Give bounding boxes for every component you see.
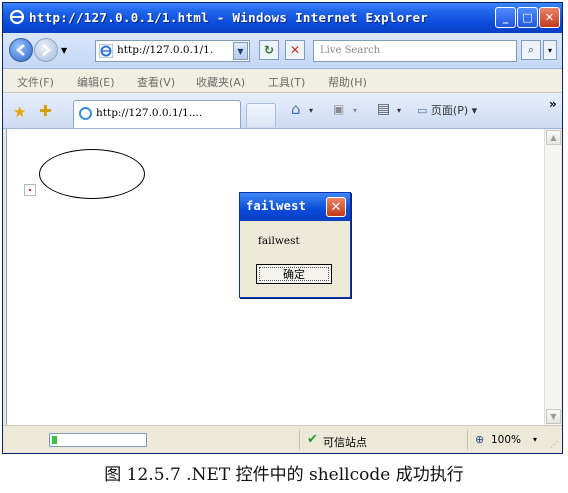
close-button[interactable]: ✕	[539, 7, 560, 28]
print-dropdown-icon[interactable]: ▾	[397, 106, 401, 115]
home-icon[interactable]: ⌂	[291, 100, 301, 118]
menu-tools[interactable]: 工具(T)	[268, 74, 305, 90]
tab-label: http://127.0.0.1/1....	[96, 107, 203, 119]
scroll-up-icon[interactable]: ▲	[546, 130, 561, 145]
loading-icon	[79, 107, 92, 120]
forward-button[interactable]	[34, 38, 58, 62]
ellipse-shape	[39, 149, 145, 199]
address-dropdown-icon[interactable]: ▼	[233, 42, 248, 60]
scroll-down-icon[interactable]: ▼	[546, 409, 561, 424]
dialog-message: failwest	[258, 235, 300, 247]
ok-button-label: 确定	[283, 268, 305, 281]
add-favorite-icon[interactable]: ✚	[39, 102, 52, 120]
status-bar: ✔ 可信站点 ⊕ 100% ▾ ⋰	[3, 425, 562, 453]
broken-image-icon	[24, 184, 36, 196]
tab-command-bar: ★ ✚ http://127.0.0.1/1.... ⌂ ▾ ▣ ▾ ▤ ▾ ▭…	[3, 93, 562, 129]
page-menu-label: 页面(P)	[430, 104, 469, 117]
page-ie-icon	[99, 44, 113, 58]
window-title: http://127.0.0.1/1.html - Windows Intern…	[29, 10, 429, 25]
page-icon: ▭	[417, 104, 428, 117]
search-button[interactable]: ⌕	[521, 40, 541, 60]
page-dropdown-icon: ▾	[471, 104, 478, 117]
address-url: http://127.0.0.1/1.	[117, 44, 214, 56]
maximize-button[interactable]: □	[517, 7, 538, 28]
address-toolbar: ▼ http://127.0.0.1/1. ▼ ↻ ✕ Live Search …	[3, 33, 562, 69]
menu-view[interactable]: 查看(V)	[137, 74, 175, 90]
feeds-icon[interactable]: ▣	[333, 102, 344, 116]
search-input[interactable]: Live Search	[313, 40, 517, 62]
menu-bar: 文件(F) 编辑(E) 查看(V) 收藏夹(A) 工具(T) 帮助(H)	[3, 69, 562, 93]
favorites-star-icon[interactable]: ★	[13, 103, 26, 121]
forward-arrow-icon	[42, 44, 51, 56]
status-separator	[467, 430, 468, 450]
home-dropdown-icon[interactable]: ▾	[309, 106, 313, 115]
vertical-scrollbar[interactable]: ▲ ▼	[544, 129, 561, 425]
progress-fill	[52, 436, 57, 444]
dialog-close-button[interactable]: ✕	[326, 197, 346, 217]
feeds-dropdown-icon[interactable]: ▾	[353, 106, 357, 115]
dialog-title: failwest	[246, 199, 307, 213]
search-placeholder: Live Search	[320, 45, 381, 56]
menu-file[interactable]: 文件(F)	[17, 74, 54, 90]
title-bar[interactable]: http://127.0.0.1/1.html - Windows Intern…	[3, 3, 562, 33]
page-menu-button[interactable]: ▭ 页面(P) ▾	[417, 102, 477, 118]
resize-grip-icon[interactable]: ⋰	[550, 440, 560, 450]
back-button[interactable]	[9, 38, 33, 62]
security-zone-label[interactable]: 可信站点	[323, 434, 367, 450]
zoom-level[interactable]: 100%	[491, 434, 521, 446]
refresh-button[interactable]: ↻	[259, 40, 279, 60]
print-icon[interactable]: ▤	[377, 101, 390, 117]
dialog-title-bar[interactable]: failwest ✕	[240, 193, 350, 221]
alert-dialog: failwest ✕ failwest 确定	[239, 192, 351, 298]
zoom-icon[interactable]: ⊕	[475, 433, 484, 446]
stop-button[interactable]: ✕	[285, 40, 305, 60]
ok-button[interactable]: 确定	[256, 264, 332, 284]
zoom-dropdown-icon[interactable]: ▾	[533, 435, 537, 444]
back-arrow-icon	[16, 44, 25, 56]
progress-bar	[49, 433, 147, 447]
address-input[interactable]: http://127.0.0.1/1. ▼	[95, 40, 250, 62]
ie-icon	[9, 9, 25, 25]
new-tab-button[interactable]	[246, 103, 276, 127]
figure-caption: 图 12.5.7 .NET 控件中的 shellcode 成功执行	[104, 465, 464, 485]
history-dropdown-icon[interactable]: ▼	[61, 46, 67, 55]
search-options-dropdown-icon[interactable]: ▾	[543, 40, 557, 60]
menu-edit[interactable]: 编辑(E)	[77, 74, 115, 90]
minimize-button[interactable]: _	[495, 7, 516, 28]
checkmark-icon: ✔	[307, 432, 318, 447]
status-separator	[299, 430, 300, 450]
more-commands-chevron-icon[interactable]: »	[549, 97, 557, 111]
tab-current-page[interactable]: http://127.0.0.1/1....	[73, 100, 241, 128]
menu-help[interactable]: 帮助(H)	[328, 74, 367, 90]
menu-favorites[interactable]: 收藏夹(A)	[196, 74, 245, 90]
